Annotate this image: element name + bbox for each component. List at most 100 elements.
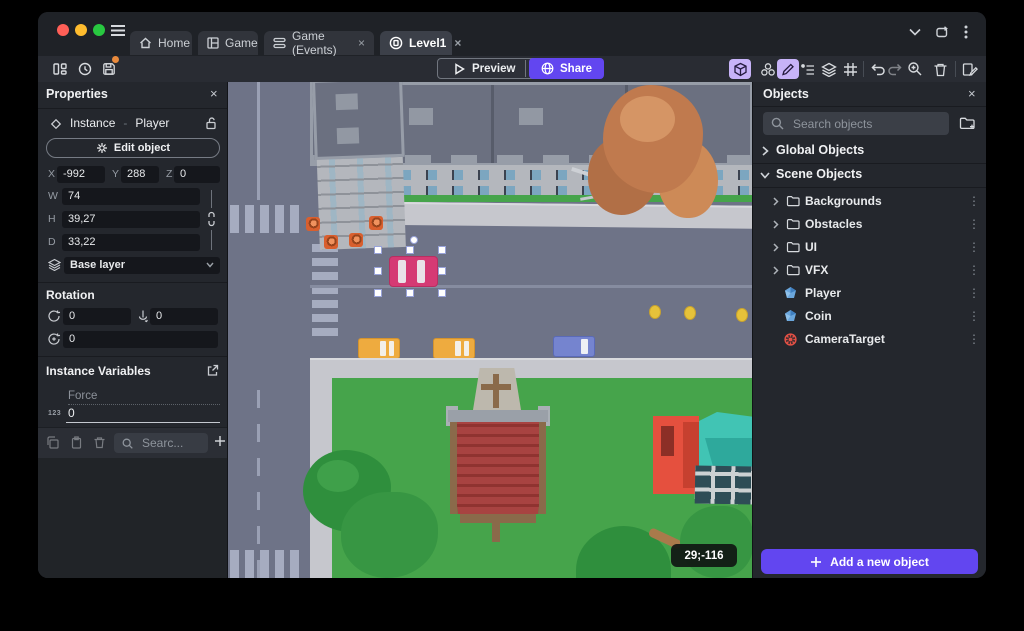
share-button[interactable]: Share bbox=[529, 58, 604, 79]
cone-instance[interactable] bbox=[306, 217, 320, 231]
tree-row-backgrounds[interactable]: Backgrounds ⋮ bbox=[753, 190, 986, 213]
w-field[interactable]: 74 bbox=[62, 188, 200, 205]
car-instance[interactable] bbox=[553, 336, 595, 357]
variables-search[interactable] bbox=[114, 433, 208, 453]
z-field[interactable]: 0 bbox=[174, 166, 220, 183]
properties-close-icon[interactable]: × bbox=[210, 87, 218, 100]
kebab-menu-icon[interactable]: ⋮ bbox=[968, 194, 980, 208]
objects-close-icon[interactable]: × bbox=[968, 87, 976, 100]
add-new-object-button[interactable]: Add a new object bbox=[761, 549, 978, 574]
minimize-window-button[interactable] bbox=[75, 24, 87, 36]
variable-value-field[interactable]: 0 bbox=[68, 406, 75, 420]
tree-row-ui[interactable]: UI ⋮ bbox=[753, 236, 986, 259]
tab-home[interactable]: Home bbox=[130, 31, 192, 55]
green-tree[interactable] bbox=[680, 506, 753, 578]
objects-search[interactable] bbox=[763, 112, 949, 135]
edit-object-button[interactable]: Edit object bbox=[46, 138, 220, 158]
scene-canvas[interactable]: 29;-116 bbox=[228, 82, 753, 578]
variable-name[interactable]: Force bbox=[68, 390, 97, 402]
tree-row-vfx[interactable]: VFX ⋮ bbox=[753, 259, 986, 282]
player-car[interactable] bbox=[389, 256, 438, 287]
d-field[interactable]: 33,22 bbox=[62, 234, 200, 251]
maximize-window-button[interactable] bbox=[93, 24, 105, 36]
car-instance[interactable] bbox=[433, 338, 475, 359]
chevron-down-icon[interactable] bbox=[909, 28, 921, 36]
cone-instance[interactable] bbox=[369, 216, 383, 230]
tab-close-icon[interactable]: × bbox=[358, 36, 365, 50]
grid-icon[interactable] bbox=[840, 59, 860, 79]
church-tower[interactable] bbox=[446, 368, 550, 542]
kebab-menu-icon[interactable]: ⋮ bbox=[968, 332, 980, 346]
trash-icon[interactable] bbox=[93, 436, 106, 449]
selection-handle[interactable] bbox=[374, 246, 382, 254]
selected-player-instance[interactable] bbox=[374, 236, 450, 297]
selection-handle[interactable] bbox=[438, 289, 446, 297]
coin-instance[interactable] bbox=[736, 308, 748, 322]
coin-instance[interactable] bbox=[684, 306, 696, 320]
building-corner[interactable] bbox=[312, 82, 408, 252]
section-global-objects[interactable]: Global Objects bbox=[753, 141, 986, 161]
history-icon[interactable] bbox=[75, 59, 95, 79]
selection-handle[interactable] bbox=[406, 246, 414, 254]
kebab-menu-icon[interactable]: ⋮ bbox=[968, 217, 980, 231]
restore-window-icon[interactable] bbox=[934, 25, 949, 39]
selection-handle[interactable] bbox=[374, 289, 382, 297]
selection-handle[interactable] bbox=[438, 267, 446, 275]
x-field[interactable]: -992 bbox=[57, 166, 105, 183]
selection-handle[interactable] bbox=[406, 289, 414, 297]
rotation-handle[interactable] bbox=[410, 236, 418, 244]
tree-row-cameratarget[interactable]: CameraTarget ⋮ bbox=[753, 328, 986, 351]
variables-search-input[interactable] bbox=[140, 435, 200, 451]
tree-row-player[interactable]: Player ⋮ bbox=[753, 282, 986, 305]
rotation-z-field[interactable]: 0 bbox=[63, 331, 218, 348]
cone-instance[interactable] bbox=[324, 235, 338, 249]
kebab-menu-icon[interactable]: ⋮ bbox=[968, 263, 980, 277]
coin-instance[interactable] bbox=[649, 305, 661, 319]
panels-layout-icon[interactable] bbox=[50, 59, 70, 79]
save-icon[interactable] bbox=[99, 56, 119, 79]
object-group-icon[interactable] bbox=[758, 59, 778, 79]
link-icon[interactable] bbox=[205, 210, 218, 228]
rotation-x-field[interactable]: 0 bbox=[63, 308, 131, 325]
trash-icon[interactable] bbox=[930, 59, 950, 79]
paste-icon[interactable] bbox=[70, 436, 83, 449]
copy-icon[interactable] bbox=[46, 436, 59, 449]
layer-select[interactable]: Base layer bbox=[64, 257, 220, 274]
preview-main[interactable]: Preview bbox=[444, 63, 525, 75]
y-field[interactable]: 288 bbox=[121, 166, 159, 183]
zoom-in-icon[interactable] bbox=[905, 59, 925, 79]
lock-open-icon[interactable] bbox=[204, 116, 218, 130]
selection-handle[interactable] bbox=[374, 267, 382, 275]
kebab-menu-icon[interactable]: ⋮ bbox=[968, 240, 980, 254]
edit-mode-pencil-icon[interactable] bbox=[777, 59, 799, 79]
green-tree[interactable] bbox=[303, 440, 438, 578]
h-field[interactable]: 39,27 bbox=[62, 211, 200, 228]
tab-level1[interactable]: Level1 × bbox=[380, 31, 461, 55]
objects-search-input[interactable] bbox=[791, 115, 941, 132]
layers-icon[interactable] bbox=[819, 59, 839, 79]
instances-list-icon[interactable] bbox=[798, 59, 818, 79]
car-instance[interactable] bbox=[358, 338, 400, 359]
cone-instance[interactable] bbox=[349, 233, 363, 247]
external-link-icon[interactable] bbox=[206, 364, 219, 377]
rotation-y-field[interactable]: 0 bbox=[150, 308, 218, 325]
add-variable-icon[interactable] bbox=[214, 435, 226, 447]
close-window-button[interactable] bbox=[57, 24, 69, 36]
hamburger-icon[interactable] bbox=[110, 24, 126, 37]
autumn-tree[interactable] bbox=[588, 82, 718, 222]
tab-game[interactable]: Game × bbox=[198, 31, 273, 55]
teal-building[interactable] bbox=[653, 412, 753, 505]
tab-game-events[interactable]: Game (Events) × bbox=[264, 29, 374, 57]
tree-row-coin[interactable]: Coin ⋮ bbox=[753, 305, 986, 328]
selection-handle[interactable] bbox=[438, 246, 446, 254]
tree-row-obstacles[interactable]: Obstacles ⋮ bbox=[753, 213, 986, 236]
kebab-menu-icon[interactable]: ⋮ bbox=[968, 286, 980, 300]
tab-close-icon[interactable]: × bbox=[454, 36, 461, 50]
folder-add-icon[interactable] bbox=[959, 115, 976, 131]
scene-properties-icon[interactable] bbox=[960, 59, 980, 79]
kebab-menu-icon[interactable] bbox=[964, 24, 968, 40]
section-scene-objects[interactable]: Scene Objects bbox=[753, 165, 986, 185]
view-3d-cube-icon[interactable] bbox=[729, 59, 751, 79]
redo-icon[interactable] bbox=[885, 59, 905, 79]
kebab-menu-icon[interactable]: ⋮ bbox=[968, 309, 980, 323]
